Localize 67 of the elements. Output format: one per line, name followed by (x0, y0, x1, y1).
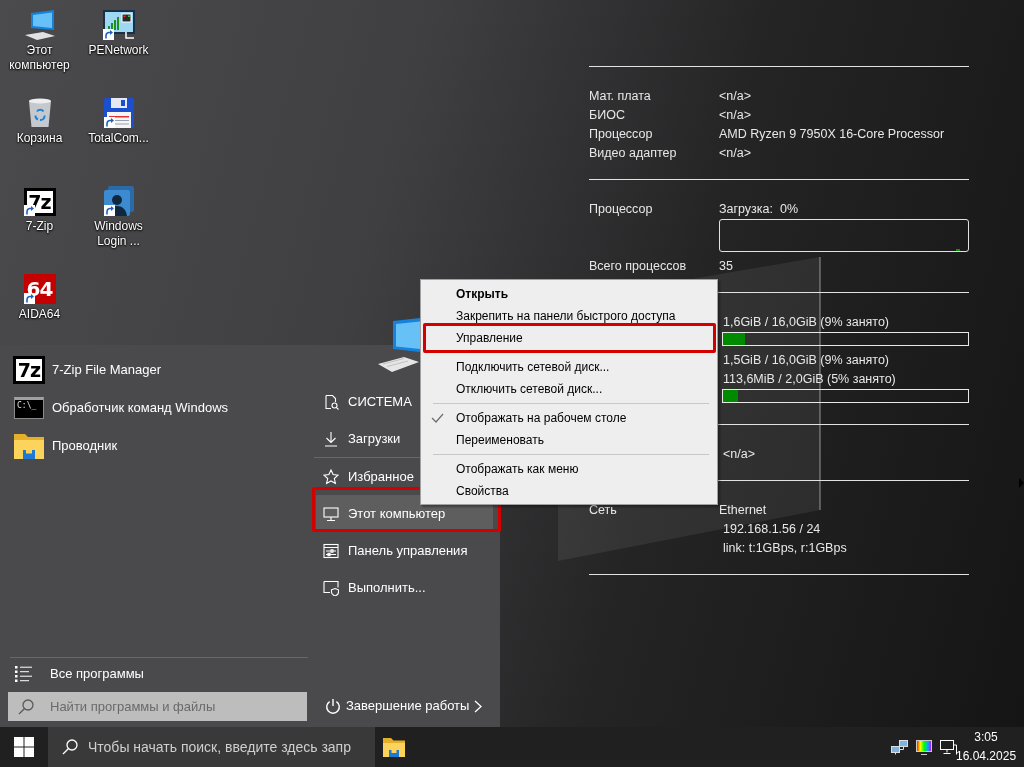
info-value: <n/a> (719, 107, 751, 124)
start-menu-item[interactable]: 7z 7-Zip File Manager (0, 351, 310, 389)
menu-item[interactable]: Подключить сетевой диск... (421, 356, 717, 378)
list-icon (15, 666, 32, 682)
info-value: link: t:1GBps, r:1GBps (723, 540, 847, 557)
download-icon (323, 430, 339, 447)
menu-item[interactable]: Переименовать (421, 429, 717, 451)
info-label: Сеть (589, 502, 618, 519)
color-spectrum-icon[interactable] (916, 739, 932, 755)
desktop-item[interactable]: Windows Login ... (79, 178, 158, 266)
info-value: 192.168.1.56 / 24 (723, 521, 821, 538)
desktop-item[interactable]: TotalCom... (79, 90, 158, 178)
start-menu-item[interactable]: C:\_ Обработчик команд Windows (0, 389, 310, 427)
info-value: Загрузка: 0% (719, 201, 799, 218)
desktop-item[interactable]: PENetwork (79, 2, 158, 90)
monitor-icon[interactable] (940, 739, 957, 755)
document-search-icon (323, 393, 339, 410)
info-label: БИОС (589, 107, 626, 124)
menu-item[interactable]: Отображать как меню (421, 458, 717, 480)
shutdown-button[interactable]: Завершение работы (310, 690, 470, 722)
search-field[interactable]: Найти программы и файлы (8, 692, 307, 721)
folder-icon (14, 433, 44, 459)
search-icon (62, 739, 78, 755)
start-menu-item[interactable]: Выполнить... (316, 569, 493, 606)
app-logo: 7z (13, 356, 45, 384)
info-value: <n/a> (719, 145, 751, 162)
control-panel-icon (323, 542, 339, 559)
menu-item[interactable]: Отключить сетевой диск... (421, 378, 717, 400)
info-value: <n/a> (719, 88, 751, 105)
person-tile-icon (103, 186, 134, 216)
monitor-icon (323, 505, 339, 522)
desktop-item[interactable]: Корзина (0, 90, 79, 178)
info-value: 35 (719, 258, 733, 275)
folder-icon[interactable] (383, 737, 405, 757)
info-value: 1,5GiB / 16,0GiB (9% занято) (723, 352, 890, 369)
window-panes-icon (14, 737, 34, 757)
desktop-item[interactable]: Этот компьютер (0, 2, 79, 90)
menu-item[interactable]: Закрепить на панели быстрого доступа (421, 305, 717, 327)
menu-item[interactable]: Отображать на рабочем столе (421, 407, 717, 429)
window-shield-icon (323, 579, 339, 596)
power-icon (325, 697, 341, 715)
arrow-icon (1019, 478, 1024, 488)
app-logo: C:\_ (14, 397, 44, 419)
info-value: Ethernet (719, 502, 767, 519)
start-menu-item[interactable]: Панель управления (316, 532, 493, 569)
info-value: 1,6GiB / 16,0GiB (9% занято) (723, 314, 890, 331)
info-value: AMD Ryzen 9 7950X 16-Core Processor (719, 126, 945, 143)
clock-date: 16.04.2025 (956, 748, 1016, 765)
computer-icon (23, 10, 56, 40)
info-label: Всего процессов (589, 258, 688, 275)
all-programs-item[interactable]: Все программы (0, 658, 310, 690)
chevron-right-icon[interactable] (474, 699, 482, 713)
info-value: 113,6MiB / 2,0GiB (5% занято) (723, 371, 896, 388)
info-value: <n/a> (723, 446, 755, 463)
info-label: Процессор (589, 201, 654, 218)
search-icon (18, 698, 34, 715)
info-label: Мат. плата (589, 88, 652, 105)
clock-time: 3:05 (973, 729, 999, 746)
search-field[interactable]: Чтобы начать поиск, введите здесь запр (48, 727, 375, 767)
monitor-signal-icon (102, 10, 135, 40)
menu-item[interactable]: Открыть (421, 283, 717, 305)
network-icon[interactable] (891, 739, 908, 755)
menu-item[interactable]: Управление (421, 327, 717, 349)
star-icon (323, 468, 339, 485)
info-label: Видео адаптер (589, 145, 678, 162)
start-menu-item[interactable]: Проводник (0, 427, 310, 465)
info-label: Процессор (589, 126, 654, 143)
